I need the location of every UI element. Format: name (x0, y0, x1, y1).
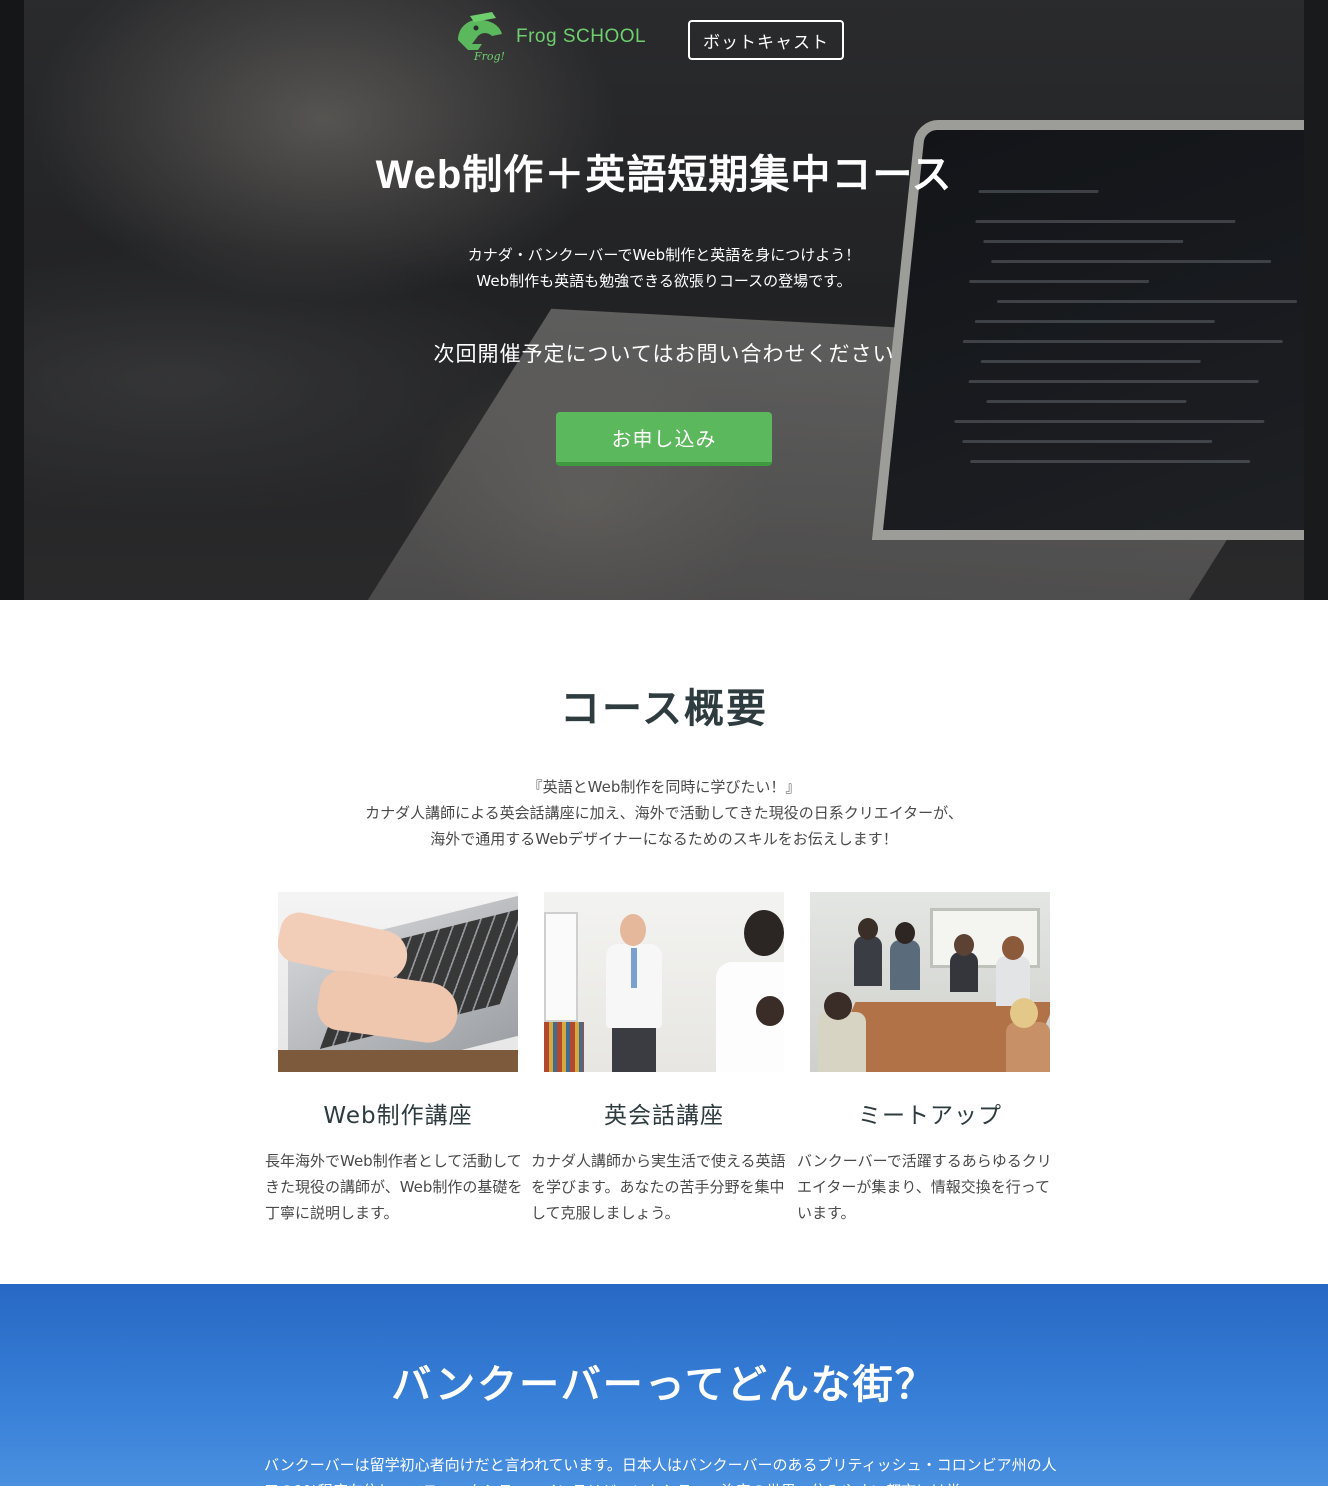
meetup-photo (810, 892, 1050, 1072)
svg-text:Frog!: Frog! (473, 50, 505, 63)
vancouver-description: バンクーバーは留学初心者向けだと言われています。日本人はバンクーバーのあるブリテ… (264, 1456, 1057, 1500)
card-title: 英会話講座 (604, 1103, 724, 1129)
course-overview-section: コース概要 『英語とWeb制作を同時に学びたい！』 カナダ人講師による英会話講座… (0, 600, 1328, 1284)
hero-overlay (0, 0, 1328, 600)
section-title: バンクーバーってどんな街？ (391, 1362, 937, 1408)
hero-description-line: Web制作も英語も勉強できる欲張りコースの登場です。 (476, 272, 852, 290)
course-card-english: 英会話講座 カナダ人講師から実生活で使える英語を学びます。あなたの苦手分野を集中… (531, 892, 797, 1226)
course-card-web: Web制作講座 長年海外でWeb制作者として活動してきた現役の講師が、Web制作… (265, 892, 531, 1226)
logo-text: Frog SCHOOL (516, 26, 647, 47)
card-text: カナダ人講師から実生活で使える英語を学びます。あなたの苦手分野を集中して克服しま… (531, 1152, 786, 1222)
next-session-notice: 次回開催予定についてはお問い合わせください (433, 342, 895, 366)
logo[interactable]: Frog! Frog SCHOOL (452, 10, 646, 64)
header: Frog! Frog SCHOOL ボットキャスト (0, 0, 1328, 80)
podcast-button[interactable]: ボットキャスト (688, 20, 844, 60)
card-title: Web制作講座 (323, 1103, 473, 1129)
card-title: ミートアップ (858, 1103, 1002, 1129)
hero-description: カナダ・バンクーバーでWeb制作と英語を身につけよう！ Web制作も英語も勉強で… (0, 242, 1328, 294)
overview-description-line: カナダ人講師による英会話講座に加え、海外で活動してきた現役の日系クリエイターが、 (365, 804, 963, 822)
section-title: コース概要 (560, 686, 768, 732)
overview-description-line: 『英語とWeb制作を同時に学びたい！』 (527, 778, 801, 796)
typing-photo (278, 892, 518, 1072)
hero-section: Frog! Frog SCHOOL ボットキャスト Web制作＋英語短期集中コー… (0, 0, 1328, 600)
hero-description-line: カナダ・バンクーバーでWeb制作と英語を身につけよう！ (467, 246, 861, 264)
vancouver-section: バンクーバーってどんな街？ バンクーバーは留学初心者向けだと言われています。日本… (0, 1284, 1328, 1500)
card-text: 長年海外でWeb制作者として活動してきた現役の講師が、Web制作の基礎を丁寧に説… (265, 1152, 523, 1222)
frog-icon: Frog! (458, 12, 505, 63)
card-text: バンクーバーで活躍するあらゆるクリエイターが集まり、情報交換を行っています。 (797, 1152, 1052, 1222)
apply-button[interactable]: お申し込み (556, 412, 772, 466)
overview-description: 『英語とWeb制作を同時に学びたい！』 カナダ人講師による英会話講座に加え、海外… (0, 774, 1328, 852)
course-card-meetup: ミートアップ バンクーバーで活躍するあらゆるクリエイターが集まり、情報交換を行っ… (797, 892, 1063, 1226)
classroom-photo (544, 892, 784, 1072)
overview-description-line: 海外で通用するWebデザイナーになるためのスキルをお伝えします！ (430, 830, 898, 848)
hero-title: Web制作＋英語短期集中コース (375, 153, 953, 197)
